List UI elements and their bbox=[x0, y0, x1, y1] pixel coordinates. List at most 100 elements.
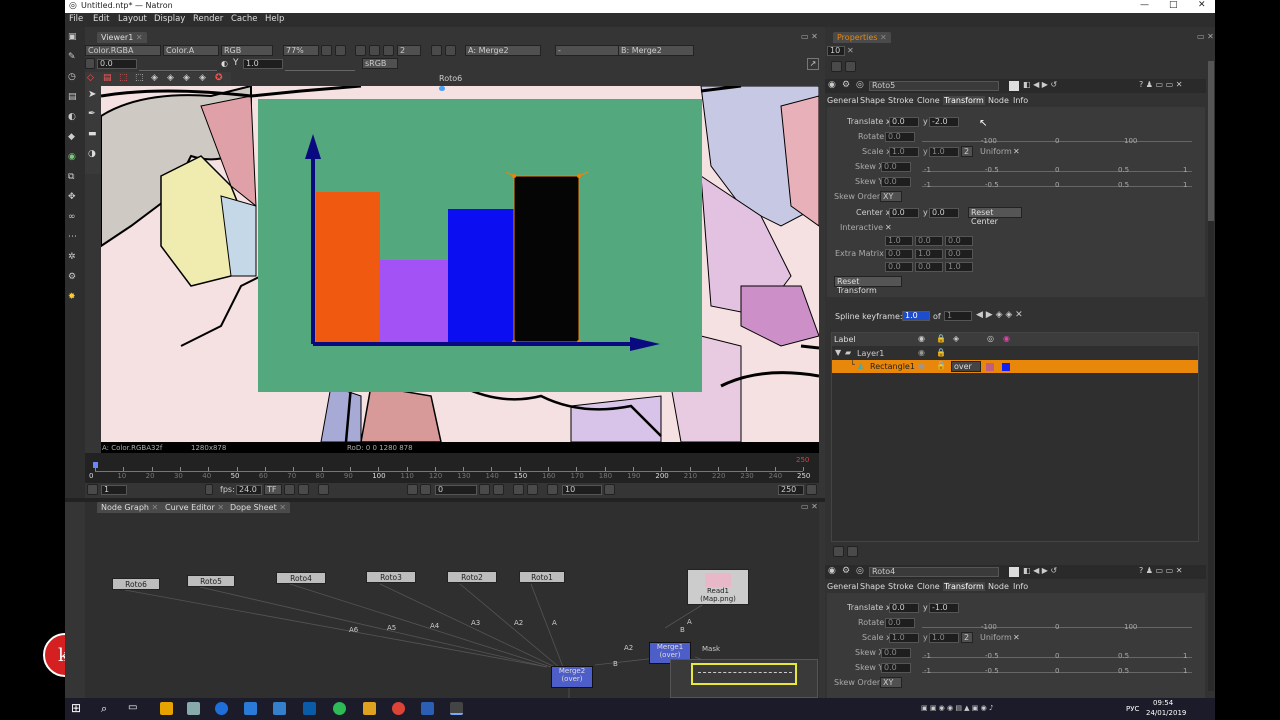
minimize-button[interactable]: — bbox=[1140, 0, 1149, 10]
refresh-icon[interactable] bbox=[369, 45, 380, 56]
matrix-02[interactable]: 0.0 bbox=[945, 236, 973, 246]
sticky-selection-icon[interactable]: ⬚ bbox=[119, 73, 128, 83]
roto4-tab-clone[interactable]: Clone bbox=[917, 582, 940, 591]
composite-op-select[interactable]: - bbox=[555, 45, 619, 56]
translate-x-field[interactable]: 0.0 bbox=[889, 117, 919, 127]
shape-color-swatch[interactable] bbox=[1002, 363, 1010, 371]
start-windows-icon[interactable]: ⊞ bbox=[71, 701, 81, 715]
layer1-visible-icon[interactable]: ◉ bbox=[918, 348, 925, 357]
node-graph-panel[interactable]: Node Graph ✕ Curve Editor ✕ Dope Sheet ✕… bbox=[85, 502, 819, 698]
center-x-field[interactable]: 0.0 bbox=[889, 208, 919, 218]
start-frame-field[interactable]: 1 bbox=[101, 485, 127, 495]
rectangle1-lock-icon[interactable]: 🔒 bbox=[936, 361, 946, 370]
merge-tool-icon[interactable]: ⧉ bbox=[68, 172, 74, 182]
matrix-22[interactable]: 1.0 bbox=[945, 262, 973, 272]
ripple-edit-icon[interactable]: ◈ bbox=[151, 73, 158, 83]
matrix-01[interactable]: 0.0 bbox=[915, 236, 943, 246]
roto-item-tree[interactable]: Label ◉ 🔒 ◈ ◎ ◉ ▼ ▰ Layer1 ◉ 🔒 └ ◭ Recta… bbox=[831, 332, 1199, 542]
playback-in-icon[interactable] bbox=[87, 484, 98, 495]
roto4-tab-info[interactable]: Info bbox=[1013, 582, 1028, 591]
multiview-tool-icon[interactable]: ∞ bbox=[68, 212, 76, 222]
menu-help[interactable]: Help bbox=[265, 14, 284, 24]
play-backward-icon[interactable] bbox=[420, 484, 431, 495]
layer-select[interactable]: Color.RGBA bbox=[85, 45, 161, 56]
timeline-format-select[interactable]: TF bbox=[264, 484, 282, 495]
roto4-tab-general[interactable]: General bbox=[827, 582, 859, 591]
input-a-select[interactable]: A: Merge2 bbox=[465, 45, 541, 56]
outlook-icon[interactable] bbox=[303, 702, 316, 715]
spline-total-field[interactable]: 1 bbox=[944, 311, 972, 321]
scale-x-field[interactable]: 1.0 bbox=[889, 147, 919, 157]
node-roto3[interactable]: Roto3 bbox=[366, 571, 416, 583]
remove-item-icon[interactable] bbox=[847, 546, 858, 557]
roto5-name-field[interactable]: Roto5 bbox=[869, 81, 999, 91]
next-increment-icon[interactable] bbox=[604, 484, 615, 495]
roto4-tab-stroke[interactable]: Stroke bbox=[888, 582, 914, 591]
other-tool-icon[interactable]: ⋯ bbox=[68, 232, 77, 242]
roto4-window-icons[interactable]: ? ♟ ▭ ▭ ✕ bbox=[1139, 566, 1182, 575]
gain-toggle-icon[interactable] bbox=[85, 58, 95, 69]
roto4-uniform-checkbox-icon[interactable]: ✕ bbox=[1013, 633, 1020, 642]
mail-icon[interactable] bbox=[273, 702, 286, 715]
reset-transform-button[interactable]: Reset Transform bbox=[834, 276, 902, 295]
reset-center-button[interactable]: Reset Center bbox=[968, 207, 1022, 226]
lock-range-icon[interactable] bbox=[318, 484, 329, 495]
expand-all-icon[interactable] bbox=[831, 61, 842, 72]
rotate-field[interactable]: 0.0 bbox=[885, 132, 915, 142]
clone-tool-icon[interactable]: ◑ bbox=[88, 149, 96, 159]
roto5-tab-info[interactable]: Info bbox=[1013, 96, 1028, 105]
tree-row-rectangle1[interactable]: └ ◭ Rectangle1 ◉ 🔒 over bbox=[832, 360, 1198, 373]
menu-cache[interactable]: Cache bbox=[231, 14, 257, 24]
pause-viewer-icon[interactable] bbox=[431, 45, 442, 56]
roto5-tab-stroke[interactable]: Stroke bbox=[888, 96, 914, 105]
scale-dimension-toggle[interactable]: 2 bbox=[961, 146, 973, 157]
end-frame-field[interactable]: 250 bbox=[778, 485, 804, 495]
proxy-level-select[interactable]: 2 bbox=[397, 45, 421, 56]
properties-close-icon[interactable]: ▭ ✕ bbox=[1197, 32, 1214, 41]
matrix-20[interactable]: 0.0 bbox=[885, 262, 913, 272]
roto5-tab-transform[interactable]: Transform bbox=[943, 96, 985, 105]
roto4-translate-x-field[interactable]: 0.0 bbox=[889, 603, 919, 613]
spline-keyframe-field[interactable]: 1.0 bbox=[902, 311, 930, 321]
bezier-tool-icon[interactable]: ✒ bbox=[88, 109, 96, 119]
transform-tool-icon[interactable]: ✥ bbox=[68, 192, 76, 202]
channel-tool-icon[interactable]: ▤ bbox=[68, 92, 77, 102]
node-roto1[interactable]: Roto1 bbox=[519, 571, 565, 583]
roto4-scale-y-field[interactable]: 1.0 bbox=[929, 633, 959, 643]
roto-rectangle-orange[interactable] bbox=[316, 192, 380, 342]
roto-rectangle-purple[interactable] bbox=[379, 260, 449, 342]
next-key-icon[interactable] bbox=[527, 484, 538, 495]
overlay-color-swatch[interactable] bbox=[986, 363, 994, 371]
bbox-icon[interactable]: ⬚ bbox=[135, 73, 144, 83]
roto5-tab-general[interactable]: General bbox=[827, 96, 859, 105]
roto5-center-icon[interactable]: ⚙ bbox=[842, 80, 850, 90]
input-b-select[interactable]: B: Merge2 bbox=[618, 45, 694, 56]
clear-panels-icon[interactable]: ✕ bbox=[847, 46, 854, 55]
layer1-lock-icon[interactable]: 🔒 bbox=[936, 348, 946, 357]
autokey-icon[interactable]: ◇ bbox=[87, 73, 94, 83]
zoom-select[interactable]: 77% bbox=[283, 45, 319, 56]
menu-layout[interactable]: Layout bbox=[118, 14, 147, 24]
max-panels-field[interactable]: 10 bbox=[827, 46, 845, 56]
select-pointer-icon[interactable]: ➤ bbox=[88, 89, 96, 100]
roto-composite[interactable] bbox=[258, 99, 702, 392]
keyer-tool-icon[interactable]: ◉ bbox=[68, 152, 76, 162]
filter-tool-icon[interactable]: ◆ bbox=[68, 132, 75, 142]
playback-mode-icon[interactable] bbox=[298, 484, 309, 495]
tray-icons[interactable]: ▣ ▣ ◉ ◉ ▤ ▲ ▣ ◉ ♪ bbox=[921, 704, 993, 712]
roto4-scale-dimension-toggle[interactable]: 2 bbox=[961, 632, 973, 643]
roto4-skeworder-select[interactable]: XY bbox=[880, 677, 902, 688]
search-icon[interactable]: ⌕ bbox=[101, 702, 107, 716]
roto4-color-swatch[interactable] bbox=[1009, 567, 1019, 577]
viewer-top-handle-icon[interactable] bbox=[439, 86, 445, 91]
roto4-tab-shape[interactable]: Shape bbox=[860, 582, 885, 591]
color-tool-icon[interactable]: ◐ bbox=[68, 112, 76, 122]
tab-properties[interactable]: Properties ✕ bbox=[833, 32, 891, 43]
roto4-collapse-icon[interactable]: ◉ bbox=[828, 566, 836, 576]
alpha-channel-select[interactable]: Color.A bbox=[163, 45, 219, 56]
word-icon[interactable] bbox=[421, 702, 434, 715]
node-merge2[interactable]: Merge2 (over) bbox=[551, 666, 593, 688]
chrome-icon[interactable] bbox=[392, 702, 405, 715]
node-roto5[interactable]: Roto5 bbox=[187, 575, 235, 587]
gmic-tool-icon[interactable]: ✲ bbox=[68, 252, 76, 262]
